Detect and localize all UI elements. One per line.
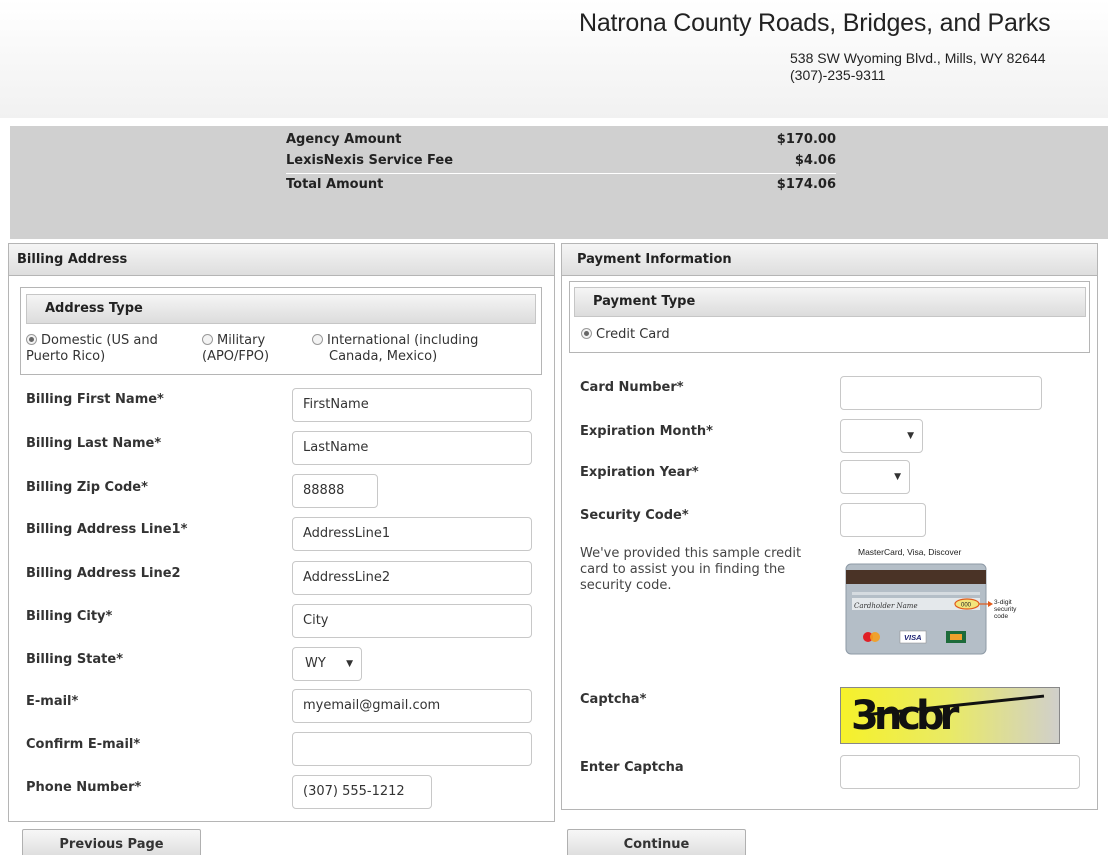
security-code-note: We've provided this sample credit card t… (580, 546, 802, 593)
service-fee-row: LexisNexis Service Fee $4.06 (286, 153, 836, 173)
enter-captcha-input[interactable] (840, 755, 1080, 789)
total-amount-label: Total Amount (286, 177, 384, 192)
total-amount-row: Total Amount $174.06 (286, 177, 836, 197)
summary-divider (286, 173, 836, 174)
agency-header: Natrona County Roads, Bridges, and Parks… (0, 0, 1108, 118)
phone-input[interactable]: (307) 555-1212 (292, 775, 432, 809)
address-line2-input[interactable]: AddressLine2 (292, 561, 532, 595)
captcha-label: Captcha* (580, 692, 647, 707)
confirm-email-label: Confirm E-mail* (26, 737, 141, 752)
service-fee-label: LexisNexis Service Fee (286, 153, 454, 168)
security-code-input[interactable] (840, 503, 926, 537)
payment-type-credit-card[interactable]: Credit Card (581, 327, 670, 343)
agency-amount-value: $170.00 (776, 132, 836, 147)
address-type-title: Address Type (26, 294, 536, 324)
radio-domestic[interactable] (26, 334, 37, 345)
expiration-month-label: Expiration Month* (580, 424, 713, 439)
last-name-label: Billing Last Name* (26, 436, 162, 451)
service-fee-value: $4.06 (794, 153, 836, 168)
agency-amount-label: Agency Amount (286, 132, 402, 147)
address-line1-input[interactable]: AddressLine1 (292, 517, 532, 551)
total-amount-value: $174.06 (776, 177, 836, 192)
address-line1-label: Billing Address Line1* (26, 522, 188, 537)
state-label: Billing State* (26, 652, 123, 667)
email-label: E-mail* (26, 694, 79, 709)
card-brands-caption: MasterCard, Visa, Discover (858, 547, 961, 557)
amount-summary: Agency Amount $170.00 LexisNexis Service… (10, 126, 1108, 239)
payment-information-title: Payment Information (562, 244, 1097, 276)
email-input[interactable]: myemail@gmail.com (292, 689, 532, 723)
zip-code-label: Billing Zip Code* (26, 480, 148, 495)
enter-captcha-label: Enter Captcha (580, 760, 684, 775)
expiration-month-select[interactable]: ▼ (840, 419, 923, 453)
first-name-input[interactable]: FirstName (292, 388, 532, 422)
city-input[interactable]: City (292, 604, 532, 638)
phone-label: Phone Number* (26, 780, 142, 795)
radio-international[interactable] (312, 334, 323, 345)
chevron-down-icon: ▼ (894, 472, 901, 482)
agency-amount-row: Agency Amount $170.00 (286, 132, 836, 152)
agency-contact: 538 SW Wyoming Blvd., Mills, WY 82644 (3… (790, 50, 1046, 84)
previous-page-button[interactable]: Previous Page (22, 829, 201, 855)
radio-credit-card[interactable] (581, 328, 592, 339)
city-label: Billing City* (26, 609, 113, 624)
card-cvv-sample: 000 (961, 603, 972, 609)
chevron-down-icon: ▼ (346, 659, 353, 669)
chevron-down-icon: ▼ (907, 431, 914, 441)
state-select-value: WY (305, 656, 326, 671)
agency-address: 538 SW Wyoming Blvd., Mills, WY 82644 (790, 50, 1046, 66)
cvv-callout-text: 3-digit security code (994, 599, 1018, 620)
expiration-year-select[interactable]: ▼ (840, 460, 910, 494)
address-type-military[interactable]: Military (APO/FPO) (202, 333, 302, 365)
agency-phone: (307)-235-9311 (790, 67, 886, 83)
continue-button[interactable]: Continue (567, 829, 746, 855)
agency-name: Natrona County Roads, Bridges, and Parks (579, 9, 1051, 37)
payment-type-title: Payment Type (574, 287, 1086, 317)
card-number-input[interactable] (840, 376, 1042, 410)
address-type-domestic[interactable]: Domestic (US and Puerto Rico) (26, 333, 186, 365)
last-name-input[interactable]: LastName (292, 431, 532, 465)
radio-military[interactable] (202, 334, 213, 345)
zip-code-input[interactable]: 88888 (292, 474, 378, 508)
address-line2-label: Billing Address Line2 (26, 566, 181, 581)
confirm-email-input[interactable] (292, 732, 532, 766)
first-name-label: Billing First Name* (26, 392, 164, 407)
card-holder-text: Cardholder Name (854, 602, 918, 610)
visa-logo-text: VISA (904, 633, 922, 642)
security-code-label: Security Code* (580, 508, 689, 523)
sample-credit-card-image: MasterCard, Visa, Discover Cardholder Na… (845, 547, 1018, 655)
card-number-label: Card Number* (580, 380, 684, 395)
address-type-international[interactable]: International (including Canada, Mexico) (312, 333, 512, 365)
captcha-image: 3ncbr (840, 687, 1060, 744)
expiration-year-label: Expiration Year* (580, 465, 699, 480)
billing-address-title: Billing Address (9, 244, 554, 276)
state-select[interactable]: WY ▼ (292, 647, 362, 681)
